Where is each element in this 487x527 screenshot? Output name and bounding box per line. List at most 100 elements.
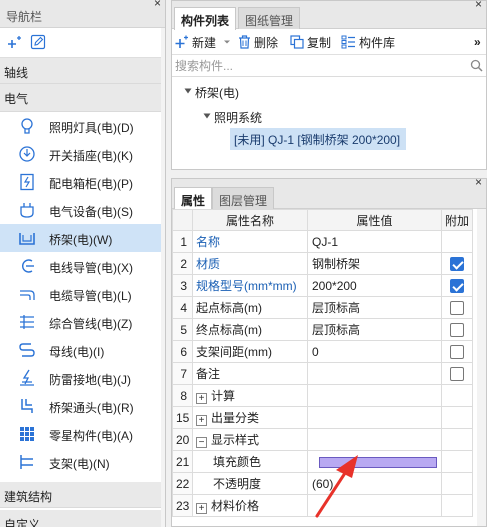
copy-button[interactable]: 复制 <box>290 34 331 50</box>
extra-cell <box>441 384 473 407</box>
category-custom[interactable]: 自定义 <box>0 510 161 527</box>
component-search-input[interactable] <box>172 55 468 76</box>
property-row[interactable]: 21 填充颜色 <box>172 450 473 473</box>
expand-icon[interactable]: + <box>196 415 207 426</box>
property-row[interactable]: 23 + 材料价格 <box>172 494 473 517</box>
checkbox-unchecked[interactable] <box>450 322 464 337</box>
edit-pencil-icon[interactable] <box>30 34 46 50</box>
checkbox-checked[interactable] <box>450 278 464 293</box>
tab-layer-management[interactable]: 图层管理 <box>212 187 275 209</box>
nav-title: 导航栏 <box>6 10 43 24</box>
category-electrical[interactable]: 电气 <box>0 84 165 112</box>
nav-item-label: 电缆导管(电)(L) <box>49 289 132 303</box>
navigation-panel: 导航栏 × 轴线 电气 照明灯具(电)(D) 开关插座(电)(K) 配电箱柜(电)(… <box>0 0 166 527</box>
property-row[interactable]: 5 终点标高(m) 层顶标高 <box>172 318 473 341</box>
nav-item[interactable]: 支架(电)(N) <box>0 448 165 476</box>
wire-conduit-icon <box>22 259 34 273</box>
nav-item[interactable]: 综合管线(电)(Z) <box>0 308 165 336</box>
property-close-icon[interactable]: × <box>475 176 482 188</box>
property-value-cell[interactable] <box>307 450 442 473</box>
property-value-cell[interactable]: 钢制桥架 <box>307 252 442 275</box>
collapse-icon[interactable]: − <box>196 437 207 448</box>
delete-button[interactable]: 删除 <box>238 34 278 50</box>
extra-cell <box>441 230 473 253</box>
row-number: 7 <box>172 362 193 385</box>
nav-item[interactable]: 桥架(电)(W) <box>0 224 165 252</box>
property-row[interactable]: 6 支架间距(mm) 0 <box>172 340 473 363</box>
toolbar-overflow-button[interactable]: » <box>474 34 481 50</box>
property-value-cell[interactable] <box>307 406 442 429</box>
property-value-cell[interactable]: 层顶标高 <box>307 296 442 319</box>
property-panel: 属性 图层管理 × 属性名称 属性值 附加 1 名称 QJ-1 2 材质 钢制桥架 3 规格型… <box>171 176 487 527</box>
component-library-button[interactable]: 构件库 <box>341 34 395 50</box>
property-value-cell[interactable]: 200*200 <box>307 274 442 297</box>
expand-icon[interactable]: + <box>196 393 207 404</box>
fill-color-swatch[interactable] <box>319 456 437 468</box>
nav-item[interactable]: 桥架通头(电)(R) <box>0 392 165 420</box>
property-row[interactable]: 2 材质 钢制桥架 <box>172 252 473 275</box>
property-value-cell[interactable]: 层顶标高 <box>307 318 442 341</box>
property-row[interactable]: 1 名称 QJ-1 <box>172 230 473 253</box>
tab-drawing-management[interactable]: 图纸管理 <box>238 7 301 29</box>
checkbox-unchecked[interactable] <box>450 366 464 381</box>
nav-close-icon[interactable]: × <box>154 0 161 9</box>
nav-item[interactable]: 零星构件(电)(A) <box>0 420 165 448</box>
expand-icon[interactable]: + <box>196 503 207 514</box>
chevron-down-icon[interactable] <box>223 38 231 46</box>
nav-item-label: 照明灯具(电)(D) <box>49 121 134 135</box>
property-row[interactable]: 22 不透明度 (60) <box>172 472 473 495</box>
new-button[interactable]: 新建 <box>175 34 231 50</box>
property-value: 200*200 <box>312 278 357 293</box>
property-value-cell[interactable] <box>307 428 442 451</box>
checkbox-unchecked[interactable] <box>450 344 464 359</box>
property-row[interactable]: 4 起点标高(m) 层顶标高 <box>172 296 473 319</box>
nav-scrollbar[interactable] <box>161 28 165 527</box>
checkbox-checked[interactable] <box>450 256 464 271</box>
tree-expand-arrow-icon[interactable] <box>203 112 211 120</box>
trash-icon <box>239 35 250 49</box>
property-value-cell[interactable]: (60) <box>307 472 442 495</box>
search-icon[interactable] <box>470 59 483 72</box>
property-value: 钢制桥架 <box>312 257 361 271</box>
row-number: 3 <box>172 274 193 297</box>
tree-node-lighting-system[interactable]: 照明系统 <box>214 109 262 126</box>
property-value-cell[interactable] <box>307 362 442 385</box>
nav-item-label: 电线导管(电)(X) <box>49 261 133 275</box>
nav-item[interactable]: 开关插座(电)(K) <box>0 140 165 168</box>
nav-item[interactable]: 母线(电)(I) <box>0 336 165 364</box>
nav-item[interactable]: 照明灯具(电)(D) <box>0 112 165 140</box>
row-number: 4 <box>172 296 193 319</box>
component-tabbar: 构件列表 图纸管理 × <box>172 0 486 30</box>
property-row[interactable]: 3 规格型号(mm*mm) 200*200 <box>172 274 473 297</box>
category-axis[interactable]: 轴线 <box>0 58 165 84</box>
nav-item[interactable]: 电气设备(电)(S) <box>0 196 165 224</box>
property-name: 规格型号(mm*mm) <box>196 279 297 293</box>
tab-properties[interactable]: 属性 <box>174 187 213 210</box>
category-building-structure[interactable]: 建筑结构 <box>0 482 161 508</box>
property-row[interactable]: 20− 显示样式 <box>172 428 473 451</box>
tray-fitting-icon <box>21 399 33 413</box>
nav-item[interactable]: 电缆导管(电)(L) <box>0 280 165 308</box>
property-row[interactable]: 15 + 出量分类 <box>172 406 473 429</box>
component-search <box>172 55 486 77</box>
property-value-cell[interactable]: QJ-1 <box>307 230 442 253</box>
tree-node-cable-tray[interactable]: 桥架(电) <box>195 84 239 101</box>
property-row[interactable]: 8 + 计算 <box>172 384 473 407</box>
property-scrollbar[interactable] <box>477 209 486 526</box>
component-close-icon[interactable]: × <box>475 0 482 10</box>
nav-item[interactable]: 防雷接地(电)(J) <box>0 364 165 392</box>
property-table-header: 属性名称 属性值 附加 <box>172 209 473 231</box>
property-value-cell[interactable] <box>307 384 442 407</box>
nav-item[interactable]: 配电箱柜(电)(P) <box>0 168 165 196</box>
tab-component-list[interactable]: 构件列表 <box>174 7 237 30</box>
checkbox-unchecked[interactable] <box>450 300 464 315</box>
property-value-cell[interactable]: 0 <box>307 340 442 363</box>
new-item-sparkle-icon[interactable] <box>8 34 24 50</box>
property-row[interactable]: 7 备注 <box>172 362 473 385</box>
property-name: 备注 <box>196 367 221 381</box>
tree-expand-arrow-icon[interactable] <box>184 87 192 95</box>
property-value-cell[interactable] <box>307 494 442 517</box>
nav-item[interactable]: 电线导管(电)(X) <box>0 252 165 280</box>
extra-cell <box>441 340 473 363</box>
tree-leaf-qj1[interactable]: [未用] QJ-1 [钢制桥架 200*200] <box>230 128 407 150</box>
